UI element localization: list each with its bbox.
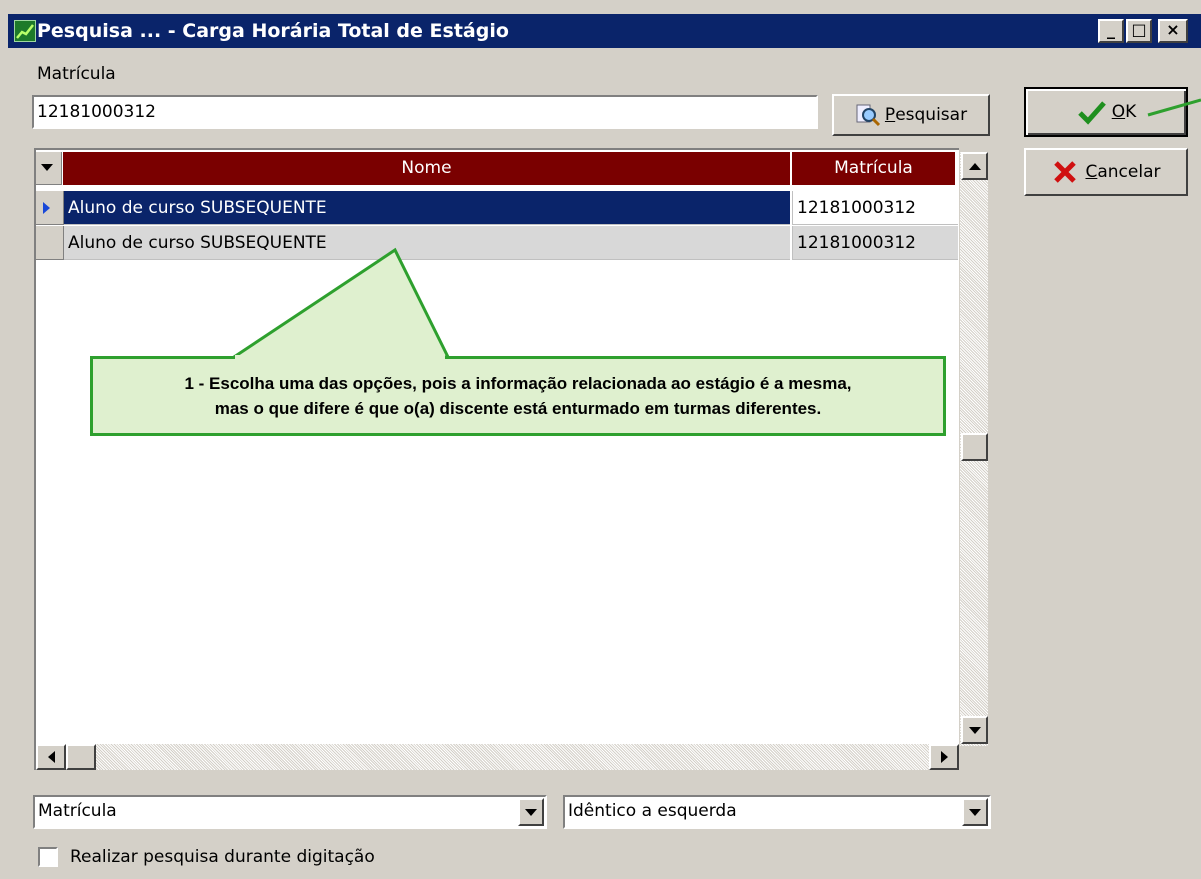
annotation-callout-pointer (229, 98, 1201, 359)
mode-select-dropdown-button[interactable] (962, 798, 988, 826)
chevron-down-icon (969, 808, 981, 816)
annotation-callout: 1 - Escolha uma das opções, pois a infor… (90, 356, 946, 436)
annotation-joint (235, 355, 445, 359)
annotation-line-2: mas o que difere é que o(a) discente est… (214, 399, 822, 418)
field-select-value: Matrícula (38, 801, 117, 821)
annotation-line-1: 1 - Escolha uma das opções, pois a infor… (184, 374, 852, 393)
field-select[interactable]: Matrícula (33, 795, 547, 829)
chevron-down-icon (525, 808, 537, 816)
field-select-dropdown-button[interactable] (518, 798, 544, 826)
mode-select-value: Idêntico a esquerda (568, 801, 737, 821)
realtime-search-label: Realizar pesquisa durante digitação (70, 847, 375, 867)
mode-select[interactable]: Idêntico a esquerda (563, 795, 991, 829)
realtime-search-checkbox[interactable] (38, 847, 58, 867)
